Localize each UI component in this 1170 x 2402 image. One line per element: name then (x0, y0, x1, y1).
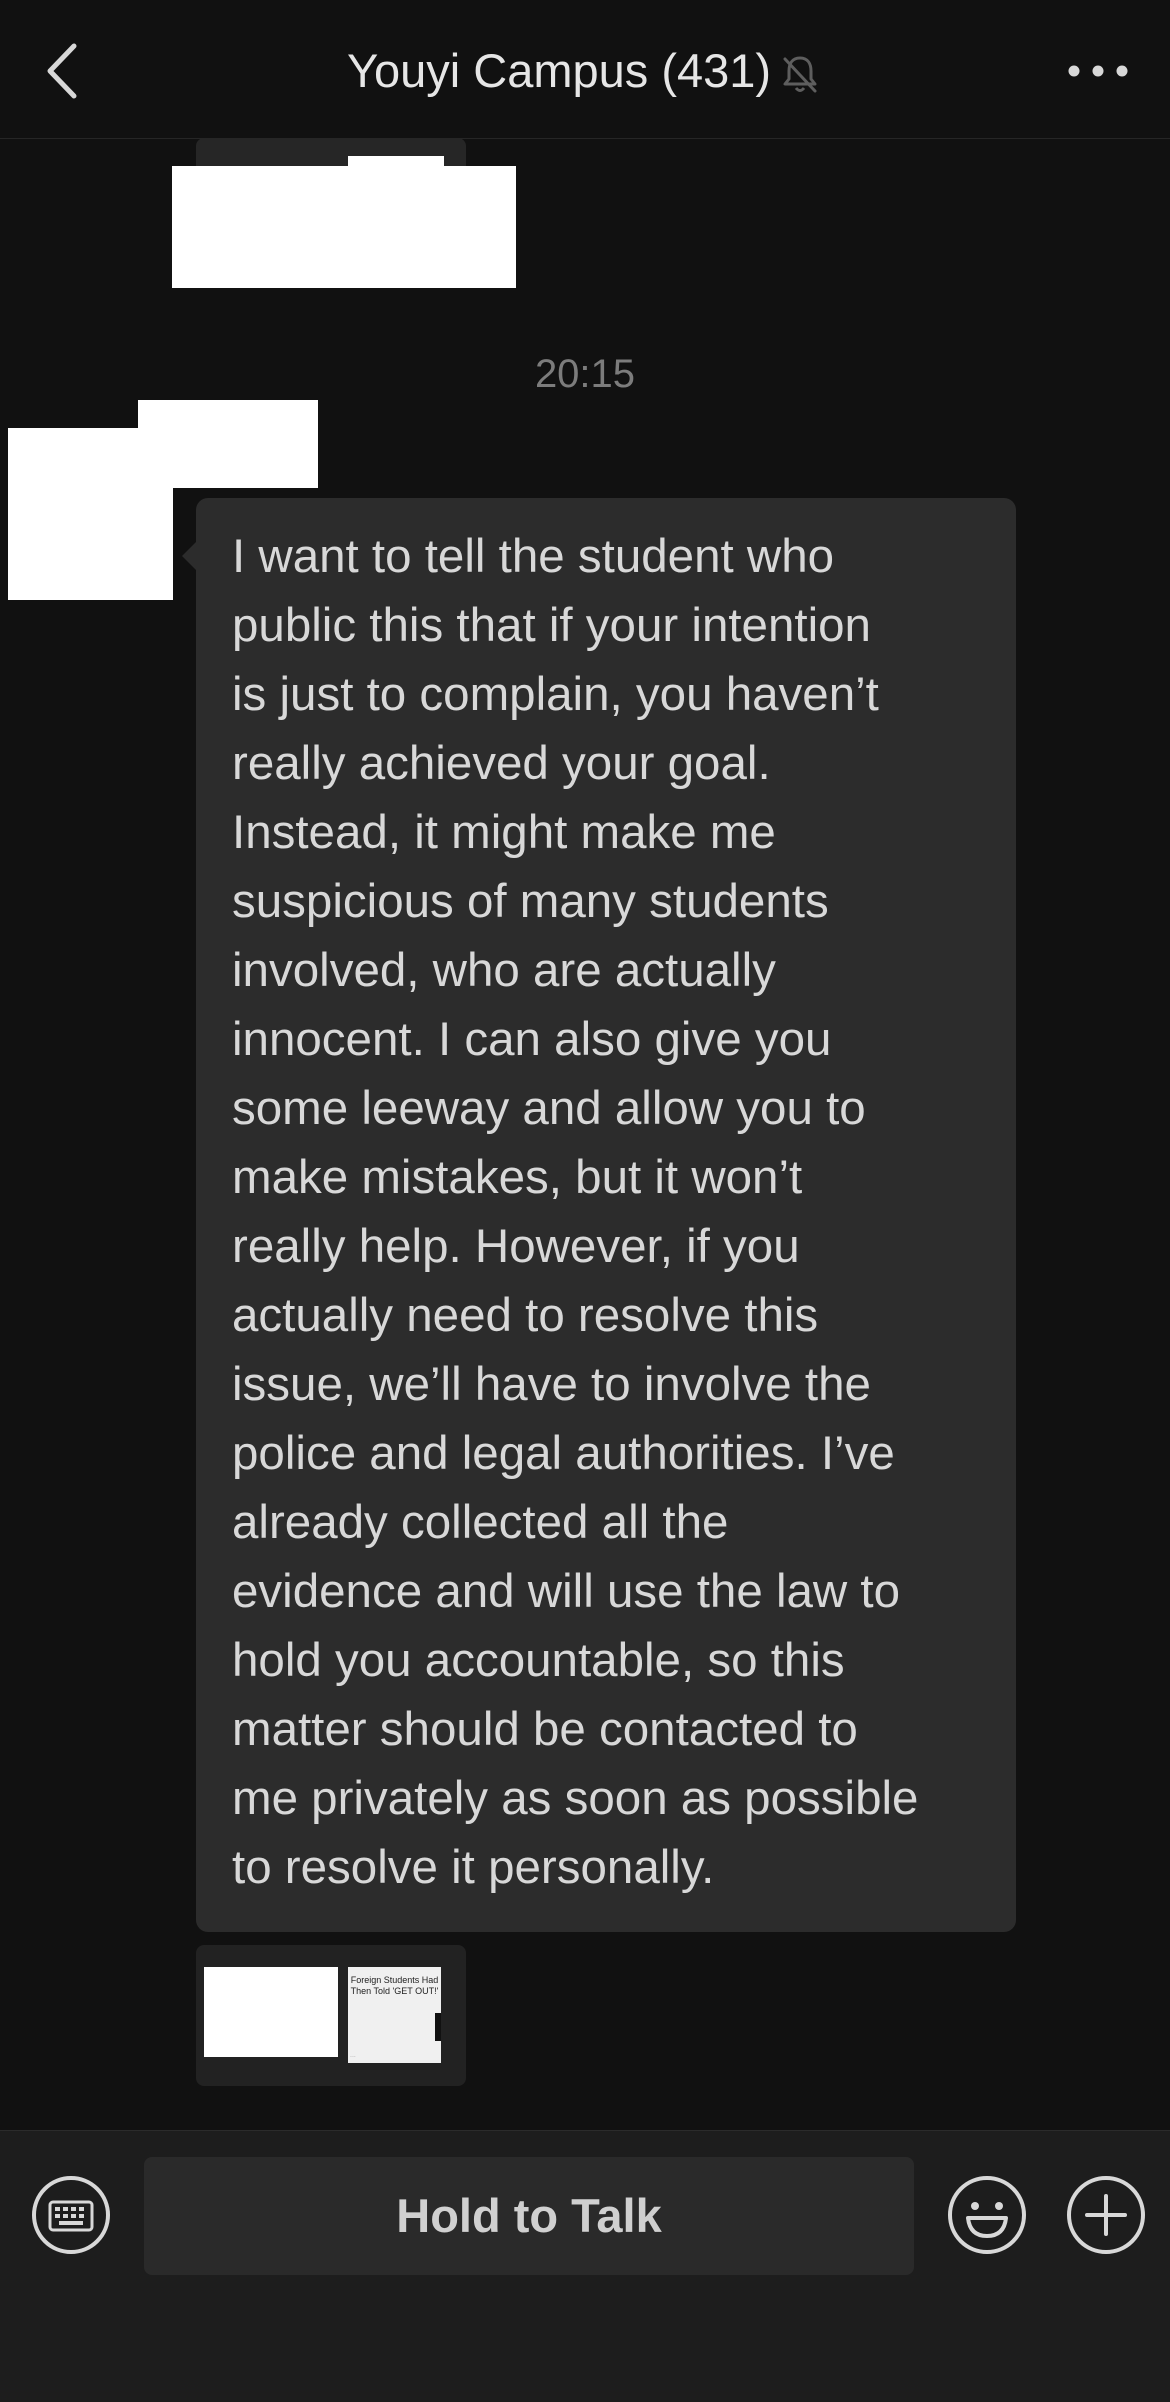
emoji-button[interactable] (946, 2174, 1028, 2256)
message-bubble[interactable]: I want to tell the student who public th… (182, 498, 1016, 1932)
bell-slash-icon (777, 48, 823, 94)
chat-header: Youyi Campus (431) (0, 0, 1170, 139)
more-dots-icon (1068, 65, 1128, 77)
redacted-block (172, 166, 516, 288)
article-headline: Foreign Students Had Then Told 'GET OUT!… (350, 1975, 439, 1996)
more-options-button[interactable] (1066, 56, 1130, 86)
input-bar: Hold to Talk (0, 2130, 1170, 2402)
redacted-thumbnail (204, 1967, 338, 2057)
message-text: I want to tell the student who public th… (232, 530, 919, 1894)
hold-to-talk-button[interactable]: Hold to Talk (144, 2157, 914, 2275)
article-source: ... (350, 2052, 356, 2059)
emoji-icon (948, 2176, 1026, 2254)
thumbnail-bar (435, 2013, 441, 2041)
keyboard-toggle-button[interactable] (30, 2174, 112, 2256)
message-timestamp: 20:15 (534, 352, 636, 396)
chat-title-wrapper: Youyi Campus (431) (0, 38, 1170, 104)
plus-icon (1067, 2176, 1145, 2254)
redacted-sender-name (138, 400, 318, 488)
article-thumbnail: Foreign Students Had Then Told 'GET OUT!… (348, 1967, 441, 2063)
chat-title: Youyi Campus (431) (346, 44, 772, 97)
keyboard-icon (32, 2176, 110, 2254)
link-preview-card[interactable]: Foreign Students Had Then Told 'GET OUT!… (196, 1945, 466, 2086)
more-actions-button[interactable] (1065, 2174, 1147, 2256)
